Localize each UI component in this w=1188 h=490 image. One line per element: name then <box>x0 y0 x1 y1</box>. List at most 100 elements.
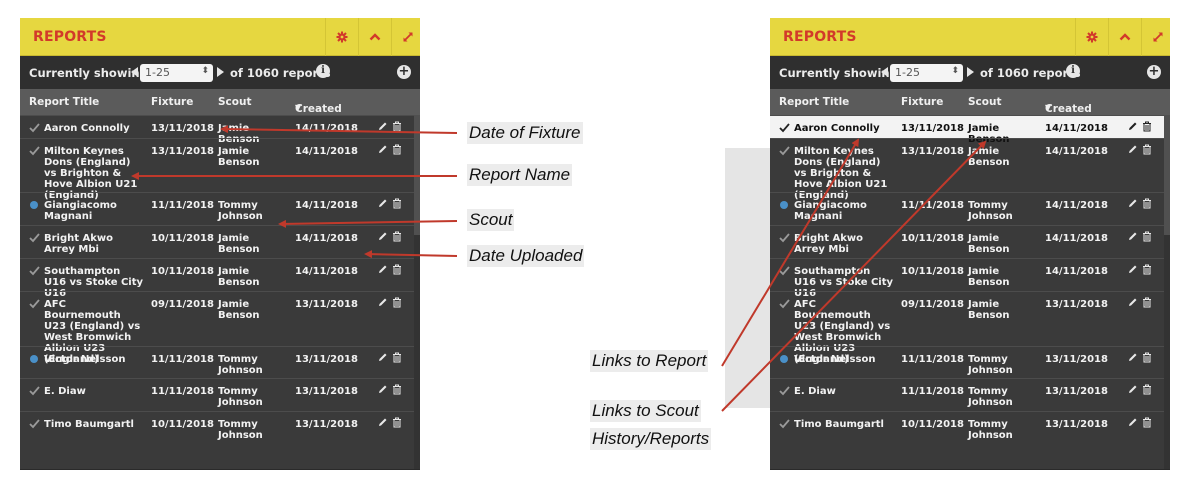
trash-icon[interactable] <box>392 297 402 308</box>
trash-icon[interactable] <box>392 198 402 209</box>
edit-pencil-icon[interactable] <box>377 121 388 132</box>
scout-link[interactable]: Jamie Benson <box>218 146 282 168</box>
scout-link[interactable]: Tommy Johnson <box>968 419 1032 441</box>
edit-pencil-icon[interactable] <box>377 264 388 275</box>
trash-icon[interactable] <box>392 144 402 155</box>
prev-page-icon[interactable] <box>131 67 138 77</box>
trash-icon[interactable] <box>392 417 402 428</box>
add-report-icon[interactable]: + <box>1147 65 1161 79</box>
table-row[interactable]: Bright Akwo Arrey Mbi 10/11/2018 Jamie Ben… <box>20 225 420 258</box>
trash-icon[interactable] <box>1142 384 1152 395</box>
edit-pencil-icon[interactable] <box>1127 144 1138 155</box>
range-select[interactable]: 1-25 ⬍ <box>140 64 213 82</box>
edit-pencil-icon[interactable] <box>377 297 388 308</box>
collapse-button[interactable] <box>358 18 391 56</box>
scout-link[interactable]: Jamie Benson <box>968 146 1032 168</box>
trash-icon[interactable] <box>1142 144 1152 155</box>
report-title-link[interactable]: E. Diaw <box>44 386 144 397</box>
scrollbar-thumb[interactable] <box>414 115 420 235</box>
table-row[interactable]: Victor Nelsson 11/11/2018 Tommy Johnson 13/… <box>20 346 420 378</box>
report-title-link[interactable]: Timo Baumgartl <box>794 419 894 430</box>
trash-icon[interactable] <box>392 384 402 395</box>
edit-pencil-icon[interactable] <box>377 417 388 428</box>
scrollbar[interactable] <box>1164 115 1170 469</box>
trash-icon[interactable] <box>392 352 402 363</box>
column-scout[interactable]: Scout <box>218 96 252 108</box>
table-row[interactable]: Bright Akwo Arrey Mbi 10/11/2018 Jamie Ben… <box>770 225 1170 258</box>
trash-icon[interactable] <box>1142 297 1152 308</box>
trash-icon[interactable] <box>1142 198 1152 209</box>
edit-pencil-icon[interactable] <box>1127 121 1138 132</box>
settings-button[interactable] <box>325 18 358 56</box>
column-scout[interactable]: Scout <box>968 96 1002 108</box>
table-row[interactable]: Giangiacomo Magnani 11/11/2018 Tommy Johns… <box>770 192 1170 225</box>
table-row[interactable]: E. Diaw 11/11/2018 Tommy Johnson 13/11/2018 <box>20 378 420 411</box>
expand-button[interactable] <box>391 18 420 56</box>
trash-icon[interactable] <box>392 231 402 242</box>
scout-link[interactable]: Jamie Benson <box>218 266 282 288</box>
report-title-link[interactable]: Bright Akwo Arrey Mbi <box>44 233 144 255</box>
column-fixture[interactable]: Fixture <box>151 96 193 108</box>
report-title-link[interactable]: E. Diaw <box>794 386 894 397</box>
report-title-link[interactable]: Aaron Connolly <box>44 123 144 134</box>
edit-pencil-icon[interactable] <box>1127 384 1138 395</box>
table-row[interactable]: Giangiacomo Magnani 11/11/2018 Tommy Johns… <box>20 192 420 225</box>
edit-pencil-icon[interactable] <box>1127 417 1138 428</box>
scout-link[interactable]: Tommy Johnson <box>218 386 282 408</box>
edit-pencil-icon[interactable] <box>377 144 388 155</box>
edit-pencil-icon[interactable] <box>377 198 388 209</box>
scout-link[interactable]: Jamie Benson <box>968 299 1032 321</box>
prev-page-icon[interactable] <box>881 67 888 77</box>
add-report-icon[interactable]: + <box>397 65 411 79</box>
range-select[interactable]: 1-25 ⬍ <box>890 64 963 82</box>
info-icon[interactable]: i <box>1066 64 1080 78</box>
report-title-link[interactable]: Aaron Connolly <box>794 123 894 134</box>
edit-pencil-icon[interactable] <box>1127 352 1138 363</box>
scout-link[interactable]: Tommy Johnson <box>968 354 1032 376</box>
scrollbar[interactable] <box>414 115 420 469</box>
trash-icon[interactable] <box>1142 417 1152 428</box>
scout-link[interactable]: Tommy Johnson <box>218 354 282 376</box>
trash-icon[interactable] <box>1142 264 1152 275</box>
edit-pencil-icon[interactable] <box>1127 231 1138 242</box>
column-report-title[interactable]: Report Title <box>29 96 99 108</box>
column-fixture[interactable]: Fixture <box>901 96 943 108</box>
scout-link[interactable]: Tommy Johnson <box>218 419 282 441</box>
collapse-button[interactable] <box>1108 18 1141 56</box>
report-title-link[interactable]: Victor Nelsson <box>44 354 144 365</box>
edit-pencil-icon[interactable] <box>377 231 388 242</box>
table-row[interactable]: Milton Keynes Dons (England) vs Brighton… <box>20 138 420 201</box>
report-title-link[interactable]: Bright Akwo Arrey Mbi <box>794 233 894 255</box>
scout-link[interactable]: Jamie Benson <box>968 233 1032 255</box>
trash-icon[interactable] <box>392 121 402 132</box>
table-row[interactable]: Timo Baumgartl 10/11/2018 Tommy Johnson 13/… <box>770 411 1170 443</box>
info-icon[interactable]: i <box>316 64 330 78</box>
next-page-icon[interactable] <box>967 67 974 77</box>
edit-pencil-icon[interactable] <box>1127 297 1138 308</box>
report-title-link[interactable]: Timo Baumgartl <box>44 419 144 430</box>
table-row[interactable]: AFC Bournemouth U23 (England) vs West Br… <box>20 291 420 365</box>
report-title-link[interactable]: Giangiacomo Magnani <box>794 200 894 222</box>
table-row[interactable]: E. Diaw 11/11/2018 Tommy Johnson 13/11/2018 <box>770 378 1170 411</box>
scout-link[interactable]: Jamie Benson <box>218 233 282 255</box>
table-row[interactable]: Timo Baumgartl 10/11/2018 Tommy Johnson 13/… <box>20 411 420 443</box>
trash-icon[interactable] <box>1142 121 1152 132</box>
settings-button[interactable] <box>1075 18 1108 56</box>
column-report-title[interactable]: Report Title <box>779 96 849 108</box>
edit-pencil-icon[interactable] <box>377 352 388 363</box>
trash-icon[interactable] <box>392 264 402 275</box>
expand-button[interactable] <box>1141 18 1170 56</box>
edit-pencil-icon[interactable] <box>377 384 388 395</box>
scout-link[interactable]: Tommy Johnson <box>968 386 1032 408</box>
scrollbar-thumb[interactable] <box>1164 115 1170 235</box>
scout-link[interactable]: Jamie Benson <box>968 266 1032 288</box>
table-row[interactable]: AFC Bournemouth U23 (England) vs West Br… <box>770 291 1170 365</box>
next-page-icon[interactable] <box>217 67 224 77</box>
table-row[interactable]: Southampton U16 vs Stoke City U16 10/11/2… <box>770 258 1170 299</box>
scout-link[interactable]: Tommy Johnson <box>968 200 1032 222</box>
table-row[interactable]: Aaron Connolly 13/11/2018 Jamie Benson 14/1… <box>20 115 420 145</box>
scout-link[interactable]: Jamie Benson <box>218 299 282 321</box>
edit-pencil-icon[interactable] <box>1127 264 1138 275</box>
edit-pencil-icon[interactable] <box>1127 198 1138 209</box>
scout-link[interactable]: Tommy Johnson <box>218 200 282 222</box>
